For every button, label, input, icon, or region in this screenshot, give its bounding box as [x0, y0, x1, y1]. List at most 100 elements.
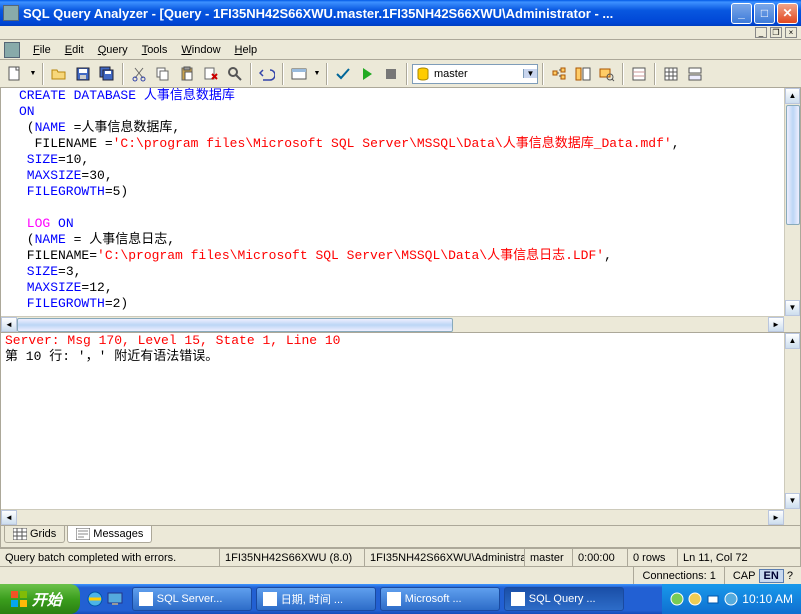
- new-dropdown-button[interactable]: ▼: [28, 63, 38, 85]
- scroll-corner: [784, 316, 800, 332]
- menu-query[interactable]: Query: [91, 42, 135, 58]
- scroll-thumb[interactable]: [786, 105, 800, 225]
- lang-help-icon[interactable]: ?: [787, 570, 793, 582]
- paste-button[interactable]: [176, 63, 198, 85]
- menu-tools[interactable]: Tools: [135, 42, 175, 58]
- scroll-up-button[interactable]: ▲: [785, 333, 800, 349]
- menubar: FFileile Edit Query Tools Window Help: [0, 40, 801, 60]
- results-vscrollbar[interactable]: ▲ ▼: [784, 333, 800, 509]
- task-sqlquery[interactable]: SQL Query ...: [504, 587, 624, 611]
- undo-button[interactable]: [256, 63, 278, 85]
- find-button[interactable]: [224, 63, 246, 85]
- database-dropdown-button[interactable]: ▼: [523, 69, 537, 78]
- menu-file[interactable]: FFileile: [26, 42, 58, 58]
- windows-logo-icon: [10, 590, 28, 608]
- window-title: SQL Query Analyzer - [Query - 1FI35NH42S…: [23, 6, 731, 21]
- status-rows: 0 rows: [628, 549, 678, 566]
- status-time: 0:00:00: [573, 549, 628, 566]
- scroll-right-button[interactable]: ►: [768, 317, 784, 332]
- app-task-icon: [511, 592, 525, 606]
- cancel-execute-button[interactable]: [380, 63, 402, 85]
- execute-mode-dropdown[interactable]: ▼: [312, 63, 322, 85]
- database-selector[interactable]: ▼: [412, 64, 538, 84]
- tab-messages-label: Messages: [93, 528, 143, 540]
- taskbar: 开始 SQL Server... 日期, 时间 ... Microsoft ..…: [0, 584, 801, 614]
- toolbar: ▼ ▼ ▼: [0, 60, 801, 88]
- task-microsoft[interactable]: Microsoft ...: [380, 587, 500, 611]
- status-position: Ln 11, Col 72: [678, 549, 801, 566]
- scroll-down-button[interactable]: ▼: [785, 300, 800, 316]
- clear-button[interactable]: [200, 63, 222, 85]
- document-icon: [4, 42, 20, 58]
- scroll-up-button[interactable]: ▲: [785, 88, 800, 104]
- status-message: Query batch completed with errors.: [0, 549, 220, 566]
- editor-hscrollbar[interactable]: ◄ ►: [1, 316, 784, 332]
- scroll-left-button[interactable]: ◄: [1, 317, 17, 332]
- messages-icon: [76, 528, 90, 540]
- start-button[interactable]: 开始: [0, 584, 80, 614]
- show-results-button[interactable]: [684, 63, 706, 85]
- results-grid-button[interactable]: [660, 63, 682, 85]
- statusbar: Query batch completed with errors. 1FI35…: [0, 548, 801, 566]
- parse-button[interactable]: [332, 63, 354, 85]
- app-icon: [3, 5, 19, 21]
- menu-help[interactable]: Help: [228, 42, 265, 58]
- scroll-corner: [784, 509, 800, 525]
- menu-edit[interactable]: Edit: [58, 42, 91, 58]
- new-query-button[interactable]: [4, 63, 26, 85]
- grid-icon: [13, 528, 27, 540]
- tab-messages[interactable]: Messages: [67, 526, 152, 543]
- status-user: 1FI35NH42S66XWU\Administra: [365, 549, 525, 566]
- minimize-button[interactable]: _: [731, 3, 752, 24]
- mdi-minimize-button[interactable]: _: [755, 27, 767, 38]
- task-sqlserver[interactable]: SQL Server...: [132, 587, 252, 611]
- lang-indicator[interactable]: EN: [759, 569, 784, 583]
- mdi-restore-button[interactable]: ❐: [770, 27, 782, 38]
- scroll-left-button[interactable]: ◄: [1, 510, 17, 525]
- database-icon: [415, 66, 431, 82]
- tab-grids-label: Grids: [30, 528, 56, 540]
- status-server: 1FI35NH42S66XWU (8.0): [220, 549, 365, 566]
- status-caps: CAP EN ?: [724, 567, 801, 584]
- cut-button[interactable]: [128, 63, 150, 85]
- tray-icon[interactable]: [724, 592, 738, 606]
- results-hscrollbar[interactable]: ◄ ►: [1, 509, 784, 525]
- tab-grids[interactable]: Grids: [4, 526, 65, 543]
- close-button[interactable]: ✕: [777, 3, 798, 24]
- current-conn-button[interactable]: [628, 63, 650, 85]
- query-editor[interactable]: CREATE DATABASE 人事信息数据库 ON (NAME =人事信息数据…: [1, 88, 800, 316]
- titlebar: SQL Query Analyzer - [Query - 1FI35NH42S…: [0, 0, 801, 26]
- maximize-button[interactable]: □: [754, 3, 775, 24]
- messages-output[interactable]: Server: Msg 170, Level 15, State 1, Line…: [1, 333, 800, 509]
- task-datetime[interactable]: 日期, 时间 ...: [256, 587, 376, 611]
- tray-clock[interactable]: 10:10 AM: [742, 592, 793, 606]
- mdi-close-button[interactable]: ×: [785, 27, 797, 38]
- ie-icon[interactable]: [86, 590, 104, 608]
- execute-mode-button[interactable]: [288, 63, 310, 85]
- desktop-icon[interactable]: [106, 590, 124, 608]
- results-panel: Server: Msg 170, Level 15, State 1, Line…: [0, 333, 801, 526]
- menu-window[interactable]: Window: [174, 42, 227, 58]
- tray-icon[interactable]: [688, 592, 702, 606]
- app-statusbar: Connections: 1 CAP EN ?: [0, 566, 801, 584]
- tray-icon[interactable]: [670, 592, 684, 606]
- quicklaunch: [80, 590, 130, 608]
- save-button[interactable]: [72, 63, 94, 85]
- execute-button[interactable]: [356, 63, 378, 85]
- hscroll-thumb[interactable]: [17, 318, 453, 332]
- save-all-button[interactable]: [96, 63, 118, 85]
- estimated-plan-button[interactable]: [548, 63, 570, 85]
- scroll-down-button[interactable]: ▼: [785, 493, 800, 509]
- app-task-icon: [139, 592, 153, 606]
- database-input[interactable]: [433, 67, 523, 81]
- mdi-control-bar: _ ❐ ×: [0, 26, 801, 40]
- scroll-right-button[interactable]: ►: [768, 510, 784, 525]
- object-browser-button[interactable]: [572, 63, 594, 85]
- copy-button[interactable]: [152, 63, 174, 85]
- query-editor-panel: CREATE DATABASE 人事信息数据库 ON (NAME =人事信息数据…: [0, 88, 801, 333]
- tray-icon[interactable]: [706, 592, 720, 606]
- editor-vscrollbar[interactable]: ▲ ▼: [784, 88, 800, 316]
- open-button[interactable]: [48, 63, 70, 85]
- status-database: master: [525, 549, 573, 566]
- object-search-button[interactable]: [596, 63, 618, 85]
